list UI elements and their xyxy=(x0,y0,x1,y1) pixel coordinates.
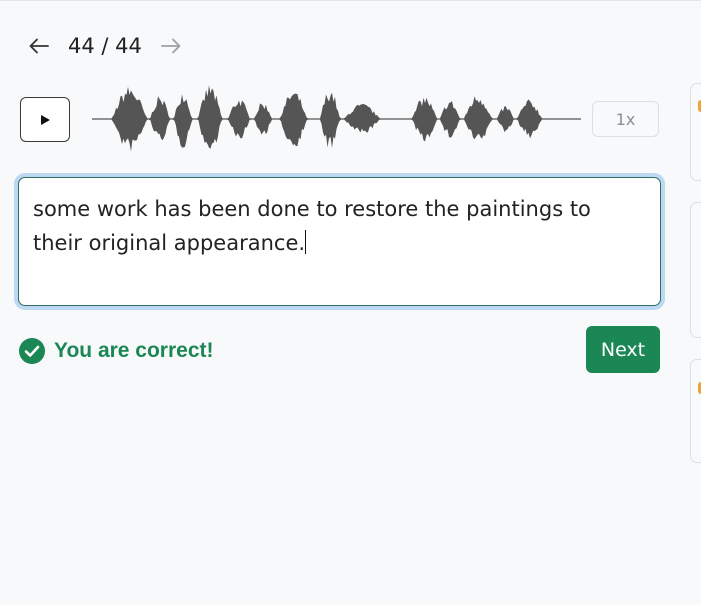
result-text: You are correct! xyxy=(54,339,214,362)
side-card[interactable] xyxy=(690,202,701,338)
playback-speed-button[interactable]: 1x xyxy=(592,101,659,137)
check-circle-icon xyxy=(19,338,45,364)
audio-waveform[interactable] xyxy=(92,81,582,157)
text-caret xyxy=(305,230,307,254)
answer-text: some work has been done to restore the p… xyxy=(33,197,591,255)
question-counter: 44 / 44 xyxy=(68,34,142,58)
answer-textarea[interactable]: some work has been done to restore the p… xyxy=(18,177,661,306)
waveform-shape xyxy=(92,85,581,152)
play-button[interactable] xyxy=(20,97,70,142)
side-card[interactable] xyxy=(690,359,701,463)
result-message: You are correct! xyxy=(19,338,214,364)
side-card[interactable] xyxy=(690,83,701,181)
next-button[interactable]: Next xyxy=(586,326,660,373)
arrow-right-icon[interactable] xyxy=(160,35,182,57)
arrow-left-icon[interactable] xyxy=(28,35,50,57)
play-icon xyxy=(41,114,50,125)
question-navigation: 44 / 44 xyxy=(28,31,182,61)
